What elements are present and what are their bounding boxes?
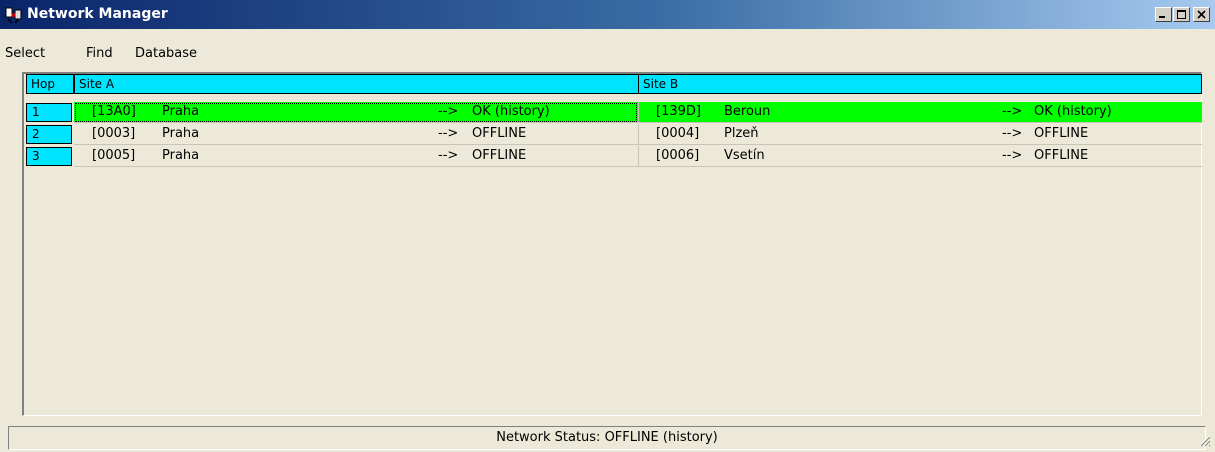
hop-table[interactable]: Hop Site A Site B 1 [13A0] Praha --> OK … xyxy=(22,72,1202,416)
site-a-cell[interactable]: [0003] Praha --> OFFLINE xyxy=(74,124,638,145)
site-a-cell[interactable]: [13A0] Praha --> OK (history) xyxy=(74,102,638,123)
site-a-code: [13A0] xyxy=(92,104,136,119)
title-bar[interactable]: Network Manager xyxy=(0,0,1215,29)
site-a-name: Praha xyxy=(162,126,200,141)
site-a-cell[interactable]: [0005] Praha --> OFFLINE xyxy=(74,146,638,167)
resize-grip-icon[interactable] xyxy=(1197,433,1211,450)
table-row[interactable]: 1 [13A0] Praha --> OK (history) [139D] B… xyxy=(24,102,1202,123)
window-title: Network Manager xyxy=(27,6,168,22)
column-header-site-b[interactable]: Site B xyxy=(638,74,1202,94)
site-b-cell[interactable]: [0006] Vsetín --> OFFLINE xyxy=(638,146,1202,167)
site-b-status: OK (history) xyxy=(1034,104,1112,119)
site-a-arrow: --> xyxy=(438,148,459,163)
table-row[interactable]: 3 [0005] Praha --> OFFLINE [0006] Vsetín… xyxy=(24,146,1202,167)
network-status-text: Network Status: OFFLINE (history) xyxy=(496,430,718,445)
site-b-arrow: --> xyxy=(1002,104,1023,119)
site-a-status: OK (history) xyxy=(472,104,550,119)
minimize-button[interactable] xyxy=(1155,7,1172,22)
site-b-arrow: --> xyxy=(1002,148,1023,163)
site-a-status: OFFLINE xyxy=(472,148,527,163)
menu-find[interactable]: Find xyxy=(85,46,114,62)
menu-select[interactable]: Select xyxy=(4,46,46,62)
site-b-status: OFFLINE xyxy=(1034,126,1089,141)
site-b-name: Plzeň xyxy=(724,126,759,141)
site-a-arrow: --> xyxy=(438,126,459,141)
menu-bar: Select Find Database xyxy=(0,44,1215,64)
menu-database[interactable]: Database xyxy=(134,46,198,62)
site-a-code: [0003] xyxy=(92,126,136,141)
site-b-cell[interactable]: [139D] Beroun --> OK (history) xyxy=(638,102,1202,123)
close-button[interactable] xyxy=(1193,7,1210,22)
minimize-icon xyxy=(1159,16,1165,18)
site-b-code: [0006] xyxy=(656,148,700,163)
maximize-icon xyxy=(1177,10,1186,19)
hop-cell[interactable]: 1 xyxy=(26,103,72,122)
site-a-name: Praha xyxy=(162,148,200,163)
hop-cell[interactable]: 2 xyxy=(26,125,72,144)
site-a-name: Praha xyxy=(162,104,200,119)
column-header-site-a[interactable]: Site A xyxy=(74,74,639,94)
site-b-arrow: --> xyxy=(1002,126,1023,141)
site-b-status: OFFLINE xyxy=(1034,148,1089,163)
hop-cell[interactable]: 3 xyxy=(26,147,72,166)
site-b-name: Beroun xyxy=(724,104,771,119)
column-header-hop[interactable]: Hop xyxy=(26,74,74,94)
site-a-arrow: --> xyxy=(438,104,459,119)
site-a-code: [0005] xyxy=(92,148,136,163)
close-icon xyxy=(1197,10,1206,19)
site-b-code: [139D] xyxy=(656,104,701,119)
site-b-code: [0004] xyxy=(656,126,700,141)
status-bar: Network Status: OFFLINE (history) xyxy=(8,426,1206,450)
network-app-icon[interactable] xyxy=(5,6,23,24)
table-row[interactable]: 2 [0003] Praha --> OFFLINE [0004] Plzeň … xyxy=(24,124,1202,145)
site-b-cell[interactable]: [0004] Plzeň --> OFFLINE xyxy=(638,124,1202,145)
maximize-button[interactable] xyxy=(1173,7,1190,22)
site-a-status: OFFLINE xyxy=(472,126,527,141)
site-b-name: Vsetín xyxy=(724,148,765,163)
